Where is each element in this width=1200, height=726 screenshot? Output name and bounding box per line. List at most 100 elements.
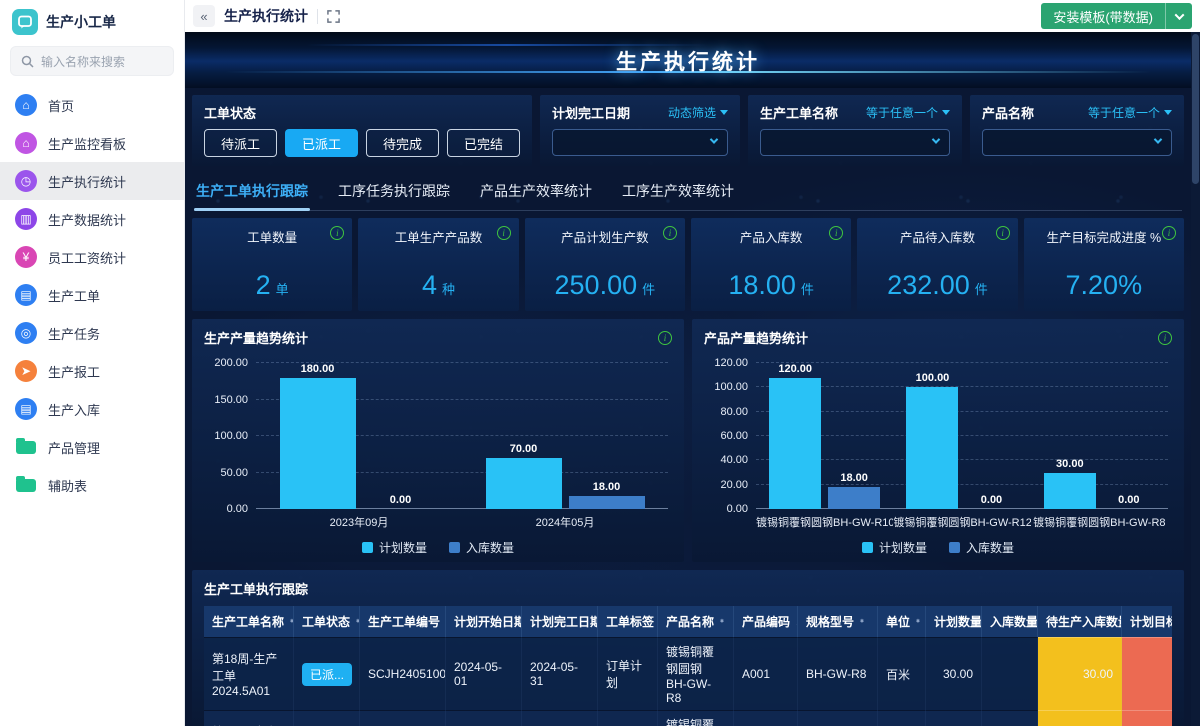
cell-in_qty <box>982 637 1038 710</box>
dashboard-title: 生产执行统计 <box>616 51 760 75</box>
legend-item-入库数量[interactable]: 入库数量 <box>949 539 1014 556</box>
sidebar-item-execution-stats[interactable]: ◷ 生产执行统计 <box>0 162 184 200</box>
inbox-document-icon: ▤ <box>15 398 37 420</box>
legend-label: 入库数量 <box>466 541 515 555</box>
column-header-tag[interactable]: 工单标签▲▼ <box>598 606 658 637</box>
status-filter-option[interactable]: 已完结 <box>447 129 520 157</box>
install-options-button[interactable] <box>1166 3 1192 29</box>
chart-product-trend: 产品产量趋势统计 i 0.00 20.00 40.00 60.00 80.00 100.00 1… <box>692 319 1184 562</box>
install-template-label[interactable]: 安装模板(带数据) <box>1041 3 1165 29</box>
status-filter-option[interactable]: 待完成 <box>366 129 439 157</box>
cell-name: 第18周-生产工单 2024.5A01 <box>204 710 294 726</box>
cell-completion: 0.00 <box>1122 637 1172 710</box>
topbar: « 生产执行统计 安装模板(带数据) <box>185 0 1200 32</box>
bar-入库数量[interactable]: 0.00 <box>965 363 1017 509</box>
bar-group: 100.00 0.00 <box>893 363 1030 509</box>
column-header-order_no[interactable]: 生产工单编号▲▼ <box>360 606 446 637</box>
sidebar-item-warehouse-in[interactable]: ▤ 生产入库 <box>0 390 184 428</box>
chart-categories: 2023年09月 2024年05月 <box>256 514 668 530</box>
column-header-unit[interactable]: 单位 ▲ ▼ <box>878 606 926 637</box>
triangle-down-icon <box>942 110 950 115</box>
column-header-status[interactable]: 工单状态▲▼ <box>294 606 360 637</box>
bar-入库数量[interactable]: 0.00 <box>363 363 439 509</box>
kpi-label: 生产目标完成进度 % <box>1046 231 1162 245</box>
tab-工序任务执行跟踪[interactable]: 工序任务执行跟踪 <box>336 177 452 210</box>
sidebar-item-work-order[interactable]: ▤ 生产工单 <box>0 276 184 314</box>
collapse-sidebar-button[interactable]: « <box>193 5 215 27</box>
product-filter-mode-link[interactable]: 等于任意一个 <box>1088 104 1172 121</box>
info-icon[interactable]: i <box>658 330 672 345</box>
column-header-product[interactable]: 产品名称 ▲ ▼ <box>658 606 734 637</box>
legend-item-入库数量[interactable]: 入库数量 <box>449 539 514 556</box>
sidebar-item-report-work[interactable]: ➤ 生产报工 <box>0 352 184 390</box>
y-axis-tick: 120.00 <box>714 357 748 369</box>
info-icon[interactable]: i <box>1158 330 1172 345</box>
y-axis-tick: 200.00 <box>214 357 248 369</box>
kpi-row: 工单数量 i 2 单工单生产产品数 i 4 种产品计划生产数 i 250.00 件产品入库数 i 18… <box>192 218 1184 311</box>
column-header-start_date[interactable]: 计划开始日期▲▼ <box>446 606 522 637</box>
sort-icon: ▲▼ <box>859 618 865 625</box>
info-icon[interactable]: i <box>995 226 1010 240</box>
sidebar-item-task[interactable]: ◎ 生产任务 <box>0 314 184 352</box>
column-header-code[interactable]: 产品编码▲ <box>734 606 798 637</box>
bar-入库数量[interactable]: 0.00 <box>1103 363 1155 509</box>
sidebar-search-input[interactable]: 输入名称来搜索 <box>10 46 174 76</box>
tab-产品生产效率统计[interactable]: 产品生产效率统计 <box>478 177 594 210</box>
info-icon[interactable]: i <box>496 226 511 240</box>
charts-row: 生产产量趋势统计 i 0.00 50.00 100.00 150.00 200.00 180.… <box>192 319 1184 562</box>
tab-生产工单执行跟踪[interactable]: 生产工单执行跟踪 <box>194 177 310 211</box>
filter-bar: 工单状态 待派工已派工待完成已完结 计划完工日期 动态筛选 生产工单名称 <box>192 95 1184 166</box>
sidebar-item-product-mgmt[interactable]: 产品管理 <box>0 428 184 466</box>
scrollbar-thumb[interactable] <box>1192 34 1199 184</box>
column-header-name[interactable]: 生产工单名称▲▼ <box>204 606 294 637</box>
order-filter-select[interactable] <box>760 129 950 156</box>
column-header-spec[interactable]: 规格型号 ▲ ▼ <box>798 606 878 637</box>
kpi-label: 产品计划生产数 <box>561 231 649 245</box>
bar-入库数量[interactable]: 18.00 <box>828 363 881 509</box>
chevron-down-icon <box>1174 9 1184 20</box>
bar-计划数量[interactable]: 70.00 <box>485 363 562 509</box>
column-header-in_qty[interactable]: 入库数量▲▼ <box>982 606 1038 637</box>
sidebar-item-data-stats[interactable]: ▥ 生产数据统计 <box>0 200 184 238</box>
order-filter-mode-link[interactable]: 等于任意一个 <box>866 104 950 121</box>
legend-item-计划数量[interactable]: 计划数量 <box>361 539 427 556</box>
column-header-completion[interactable]: 计划目标完成率▲▼ <box>1122 606 1172 637</box>
bar-计划数量[interactable]: 180.00 <box>279 363 356 509</box>
order-filter-label: 生产工单名称 <box>760 106 839 121</box>
x-axis-category: 镀锡铜覆钢圆钢BH-GW-R12 <box>893 517 1031 529</box>
status-filter-option[interactable]: 待派工 <box>204 129 277 157</box>
tab-工序生产效率统计[interactable]: 工序生产效率统计 <box>620 177 736 210</box>
dashboard-scrollbar[interactable] <box>1191 32 1200 726</box>
date-filter-select[interactable] <box>552 129 728 156</box>
cell-pending_qty: 22.00 <box>1038 710 1122 726</box>
product-filter-select[interactable] <box>982 129 1172 156</box>
cell-completion: 45.00 <box>1122 710 1172 726</box>
chart-bars: 120.00 18.00 100.00 0.00 30.00 0.00 <box>756 363 1168 509</box>
bar-计划数量[interactable]: 120.00 <box>769 363 822 509</box>
bar-计划数量[interactable]: 100.00 <box>906 363 959 509</box>
status-filter-option[interactable]: 已派工 <box>285 129 358 157</box>
column-header-plan_qty[interactable]: 计划数量▲▼ <box>926 606 982 637</box>
column-header-pending_qty[interactable]: 待生产入库数量▲▼ <box>1038 606 1122 637</box>
sidebar-item-aux-table[interactable]: 辅助表 <box>0 466 184 504</box>
filter-order-panel: 生产工单名称 等于任意一个 <box>748 95 962 166</box>
date-filter-mode-link[interactable]: 动态筛选 <box>668 104 728 121</box>
page-tab[interactable]: 生产执行统计 <box>224 6 308 26</box>
info-icon[interactable]: i <box>662 226 677 240</box>
legend-item-计划数量[interactable]: 计划数量 <box>861 539 927 556</box>
expand-icon[interactable] <box>327 9 340 23</box>
install-template-button[interactable]: 安装模板(带数据) <box>1041 3 1192 29</box>
chart-legend: 计划数量 入库数量 <box>204 539 672 556</box>
sidebar-item-label: 首页 <box>48 98 75 114</box>
bar-计划数量[interactable]: 30.00 <box>1043 363 1096 509</box>
bar-入库数量[interactable]: 18.00 <box>568 363 645 509</box>
sidebar-item-salary-stats[interactable]: ¥ 员工工资统计 <box>0 238 184 276</box>
bar-value-label: 70.00 <box>509 442 538 455</box>
sidebar-item-home[interactable]: ⌂ 首页 <box>0 86 184 124</box>
column-header-end_date[interactable]: 计划完工日期▼ <box>522 606 598 637</box>
triangle-down-icon <box>720 110 728 115</box>
work-order-table: 生产工单名称▲▼工单状态▲▼生产工单编号▲▼计划开始日期▲▼计划完工日期▼工单标… <box>204 606 1172 726</box>
kpi-unit: 件 <box>974 282 988 297</box>
info-icon[interactable]: i <box>1161 226 1176 240</box>
sidebar-item-monitor-board[interactable]: ⌂ 生产监控看板 <box>0 124 184 162</box>
